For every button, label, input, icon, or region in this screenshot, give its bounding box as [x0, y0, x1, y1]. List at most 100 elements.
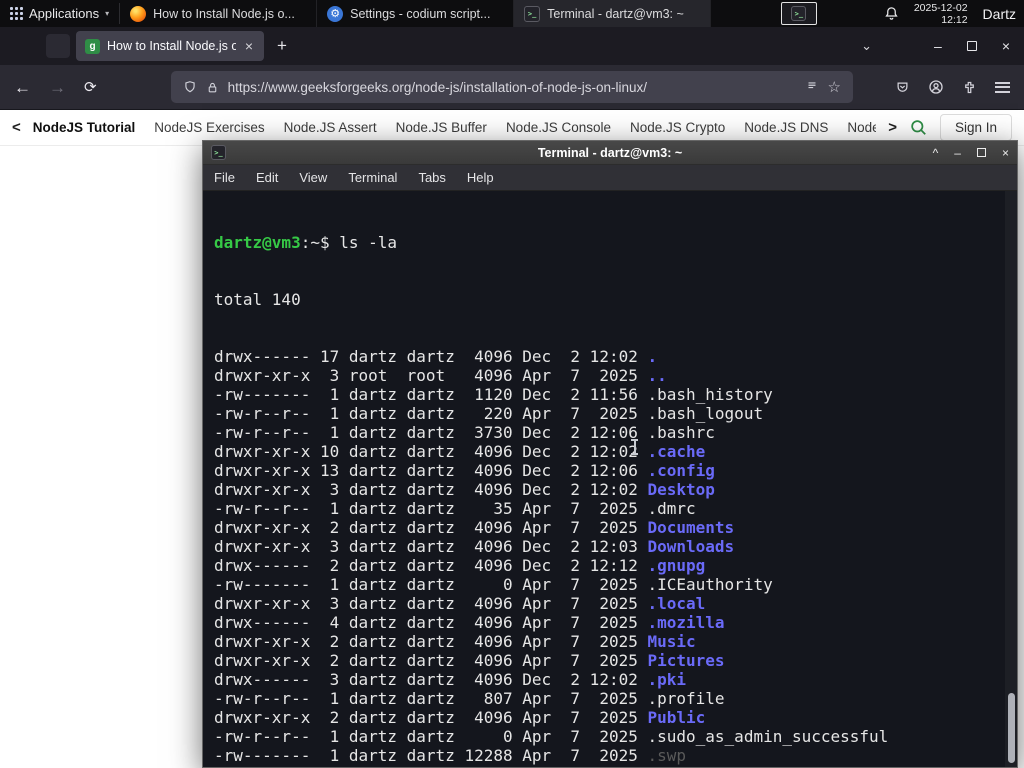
file-meta: -rw------- 1 dartz dartz 12288 Apr 7 202…: [214, 746, 648, 765]
tab-close-icon[interactable]: ×: [243, 38, 255, 54]
nav-scroll-right-icon[interactable]: >: [888, 119, 897, 136]
terminal-line: drwxr-xr-x 3 dartz dartz 4096 Apr 7 2025…: [214, 594, 1001, 613]
shield-icon[interactable]: [183, 80, 197, 94]
terminal-scrollbar[interactable]: [1005, 191, 1017, 767]
desktop: Applications ▾ How to Install Node.js o.…: [0, 0, 1024, 768]
gfg-nav-item[interactable]: Node: [847, 120, 876, 135]
list-all-tabs-icon[interactable]: ⌄: [861, 38, 872, 54]
url-bar[interactable]: https://www.geeksforgeeks.org/node-js/in…: [170, 71, 853, 103]
forward-button[interactable]: →: [49, 79, 66, 96]
user-menu[interactable]: Dartz: [983, 6, 1016, 22]
terminal-line: drwxr-xr-x 10 dartz dartz 4096 Dec 2 12:…: [214, 442, 1001, 461]
gfg-nav-item[interactable]: Node.JS Console: [506, 120, 611, 135]
prompt-path: :~: [300, 233, 320, 252]
firefox-view-icon[interactable]: [46, 34, 70, 58]
terminal-titlebar[interactable]: >_ Terminal - dartz@vm3: ~ ^ – ×: [203, 141, 1017, 165]
notification-bell-icon[interactable]: [884, 6, 899, 21]
terminal-minimize-button[interactable]: –: [954, 147, 961, 159]
prompt-line: dartz@vm3:~$ ls -la: [214, 233, 1001, 252]
terminal-maximize-button[interactable]: [976, 148, 986, 157]
file-name: .dmrc: [647, 499, 696, 518]
gfg-nav-item[interactable]: NodeJS Tutorial: [33, 120, 136, 135]
gfg-nav-item[interactable]: Node.JS DNS: [744, 120, 828, 135]
file-name: Desktop: [647, 480, 715, 499]
terminal-line: drwxr-xr-x 2 dartz dartz 4096 Apr 7 2025…: [214, 518, 1001, 537]
tab-bar: g How to Install Node.js on... × + ⌄ – ×: [0, 27, 1024, 65]
account-icon[interactable]: [928, 79, 944, 95]
terminal-body[interactable]: dartz@vm3:~$ ls -la total 140 drwx------…: [203, 191, 1017, 767]
applications-menu-button[interactable]: Applications ▾: [0, 0, 119, 27]
taskbar-button[interactable]: How to Install Node.js o...: [120, 0, 318, 27]
terminal-line: -rw------- 1 dartz dartz 1120 Dec 2 11:5…: [214, 385, 1001, 404]
gfg-nav-item[interactable]: Node.JS Buffer: [396, 120, 487, 135]
menu-terminal[interactable]: Terminal: [348, 170, 397, 185]
menu-file[interactable]: File: [214, 170, 235, 185]
file-name: .mozilla: [647, 613, 725, 632]
gfg-nav-item[interactable]: NodeJS Exercises: [154, 120, 264, 135]
menu-tabs[interactable]: Tabs: [418, 170, 445, 185]
extensions-puzzle-icon[interactable]: [962, 80, 977, 95]
new-tab-button[interactable]: +: [277, 36, 287, 56]
clock-date: 2025-12-02: [913, 1, 968, 14]
menu-edit[interactable]: Edit: [256, 170, 278, 185]
gfg-nav-item[interactable]: Node.JS Crypto: [630, 120, 725, 135]
taskbar-button[interactable]: >_ Terminal - dartz@vm3: ~: [514, 0, 712, 27]
taskbar-button-label: Terminal - dartz@vm3: ~: [547, 6, 684, 21]
terminal-line: drwxr-xr-x 2 dartz dartz 4096 Apr 7 2025…: [214, 632, 1001, 651]
terminal-line: drwx------ 3 dartz dartz 4096 Dec 2 12:0…: [214, 670, 1001, 689]
pocket-icon[interactable]: [895, 80, 910, 95]
sign-in-button[interactable]: Sign In: [939, 114, 1012, 141]
file-meta: -rw-r--r-- 1 dartz dartz 3730 Dec 2 12:0…: [214, 423, 648, 442]
back-button[interactable]: ←: [14, 79, 31, 96]
terminal-icon: >_: [524, 5, 541, 22]
file-meta: drwxr-xr-x 2 dartz dartz 4096 Apr 7 2025: [214, 632, 648, 651]
scrollbar-thumb[interactable]: [1007, 693, 1015, 763]
terminal-icon: >_: [791, 6, 807, 21]
tray-terminal-icon[interactable]: >_: [780, 2, 817, 25]
file-name: .ICEauthority: [647, 575, 773, 594]
menu-hamburger-icon[interactable]: [995, 81, 1010, 93]
file-meta: -rw-r--r-- 1 dartz dartz 807 Apr 7 2025: [214, 689, 648, 708]
terminal-line: drwx------ 17 dartz dartz 4096 Dec 2 12:…: [214, 347, 1001, 366]
file-meta: drwxr-xr-x 3 root root 4096 Apr 7 2025: [214, 366, 648, 385]
terminal-line: drwxr-xr-x 13 dartz dartz 4096 Dec 2 12:…: [214, 461, 1001, 480]
window-maximize-button[interactable]: [966, 41, 977, 51]
nav-scroll-left-icon[interactable]: <: [12, 119, 21, 136]
gfg-nav-item[interactable]: Node.JS Assert: [284, 120, 377, 135]
taskbar: How to Install Node.js o... ⚙ Settings - c…: [120, 0, 712, 27]
file-meta: drwxr-xr-x 2 dartz dartz 4096 Apr 7 2025: [214, 651, 648, 670]
terminal-menubar: File Edit View Terminal Tabs Help: [203, 165, 1017, 191]
menu-help[interactable]: Help: [467, 170, 494, 185]
taskbar-button[interactable]: ⚙ Settings - codium script...: [317, 0, 515, 27]
terminal-close-button[interactable]: ×: [1002, 147, 1009, 159]
terminal-window: >_ Terminal - dartz@vm3: ~ ^ – × File Edi…: [202, 140, 1018, 768]
browser-tab[interactable]: g How to Install Node.js on... ×: [76, 31, 264, 61]
file-meta: -rw-r--r-- 1 dartz dartz 35 Apr 7 2025: [214, 499, 648, 518]
file-meta: -rw------- 1 dartz dartz 0 Apr 7 2025: [214, 575, 648, 594]
prompt-user-host: dartz@vm3: [214, 233, 301, 252]
url-text[interactable]: https://www.geeksforgeeks.org/node-js/in…: [228, 80, 796, 95]
bookmark-star-icon[interactable]: ☆: [828, 78, 841, 96]
window-minimize-button[interactable]: –: [934, 39, 942, 53]
file-name: Music: [647, 632, 696, 651]
file-name: Downloads: [647, 537, 735, 556]
terminal-line: drwxr-xr-x 2 dartz dartz 4096 Apr 7 2025…: [214, 651, 1001, 670]
mouse-cursor-ibeam: [630, 439, 639, 455]
reload-button[interactable]: ⟳: [84, 80, 97, 95]
top-panel: Applications ▾ How to Install Node.js o.…: [0, 0, 1024, 27]
search-icon[interactable]: [909, 118, 928, 137]
window-close-button[interactable]: ×: [1002, 39, 1010, 53]
lock-icon[interactable]: [206, 81, 219, 94]
terminal-rollup-button[interactable]: ^: [933, 147, 939, 159]
menu-view[interactable]: View: [299, 170, 327, 185]
chevron-down-icon: ▾: [105, 9, 110, 18]
file-meta: drwx------ 2 dartz dartz 4096 Dec 2 12:1…: [214, 556, 648, 575]
file-name: Templates: [647, 765, 734, 767]
clock[interactable]: 2025-12-02 12:12: [914, 2, 968, 26]
taskbar-button-label: How to Install Node.js o...: [153, 6, 295, 21]
file-name: .bash_history: [647, 385, 773, 404]
file-meta: drwxr-xr-x 10 dartz dartz 4096 Dec 2 12:…: [214, 442, 648, 461]
file-meta: drwxr-xr-x 3 dartz dartz 4096 Dec 2 12:0…: [214, 480, 648, 499]
reader-mode-icon[interactable]: [805, 80, 819, 94]
